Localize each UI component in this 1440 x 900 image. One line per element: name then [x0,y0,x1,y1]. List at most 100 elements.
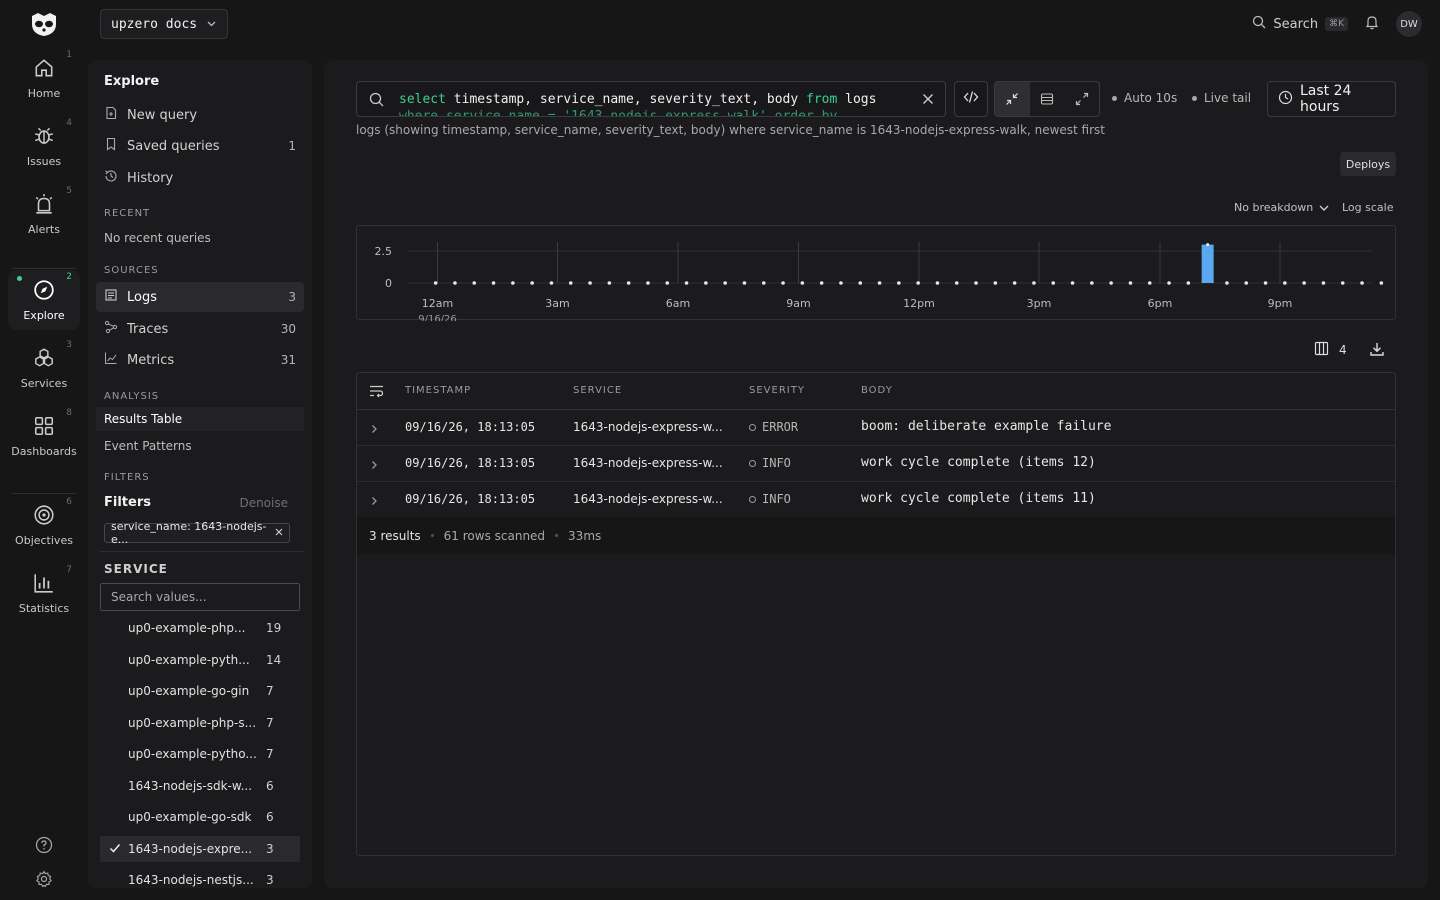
compass-icon [33,279,55,304]
histogram-point [704,281,708,285]
histogram-point [1032,281,1036,285]
column-header-service[interactable]: SERVICE [573,385,622,396]
clear-query-icon[interactable] [921,92,935,110]
rail-item-home[interactable]: 1 Home [8,48,80,108]
code-view-button[interactable] [954,81,988,117]
traces-icon [104,320,118,338]
live-tail-toggle[interactable]: Live tail [1192,91,1251,105]
rail-item-services[interactable]: 3 Services [8,338,80,398]
rows-icon[interactable] [1030,82,1065,116]
results-count: 3 results [369,528,421,543]
bell-icon[interactable] [1364,14,1380,34]
service-filter-option[interactable]: 1643-nodejs-nestjs... 3 [100,867,300,888]
project-switcher[interactable]: upzero docs [100,9,228,39]
rows-scanned: 61 rows scanned [443,528,546,543]
query-editor[interactable]: select timestamp, service_name, severity… [356,81,946,117]
analysis-event-patterns[interactable]: Event Patterns [104,439,192,453]
explore-panel: Explore New query Saved queries 1 Histor… [88,60,312,888]
log-scale-toggle[interactable]: Log scale [1342,201,1394,214]
table-row[interactable]: 09/16/26, 18:13:05 1643-nodejs-express-w.… [357,446,1395,482]
histogram-point [1244,281,1249,285]
column-header-severity[interactable]: SEVERITY [749,385,805,396]
histogram-point [1109,281,1113,285]
service-filter-option[interactable]: up0-example-php-s... 7 [100,710,300,736]
history-icon [104,169,118,187]
rail-item-objectives[interactable]: 6 Objectives [8,495,80,555]
deploys-button[interactable]: Deploys [1340,152,1396,176]
live-tail-status-dot [1192,95,1197,101]
histogram-point [684,281,689,285]
rail-item-shortcut: 6 [66,497,72,507]
histogram-point [549,281,554,285]
table-row[interactable]: 09/16/26, 18:13:05 1643-nodejs-express-w.… [357,410,1395,446]
histogram-point [935,281,940,285]
service-filter-option[interactable]: 1643-nodejs-expre... 3 [100,835,300,862]
history-link[interactable]: History [96,163,304,193]
active-filter-chip[interactable]: service_name: 1643-nodejs-e... [104,520,290,546]
rail-item-alerts[interactable]: 5 Alerts [8,184,80,244]
explore-panel-title: Explore [104,74,160,89]
service-filter-option[interactable]: up0-example-go-gin 7 [100,678,300,704]
clock-icon [1278,90,1293,109]
table-row[interactable]: 09/16/26, 18:13:05 1643-nodejs-express-w.… [357,482,1395,518]
service-search-input[interactable] [100,583,300,611]
column-header-timestamp[interactable]: TIMESTAMP [405,385,471,396]
download-icon[interactable] [1369,341,1385,361]
auto-refresh-toggle[interactable]: Auto 10s [1112,91,1177,105]
rail-item-label: Objectives [15,533,73,547]
time-range-picker[interactable]: Last 24 hours [1267,81,1396,117]
live-tail-label: Live tail [1204,91,1252,105]
remove-filter-icon[interactable] [275,528,283,539]
histogram-point [511,281,515,285]
service-name: up0-example-php... [128,621,246,635]
settings-gear-icon[interactable] [32,867,56,891]
wrap-lines-icon[interactable] [369,384,384,402]
global-search-button[interactable]: Search ⌘K [1252,15,1348,33]
service-name: 1643-nodejs-nestjs... [128,873,254,887]
filters-title: Filters [104,495,151,510]
service-filter-option[interactable]: up0-example-php... 19 [100,615,300,641]
denoise-button[interactable]: Denoise [239,496,288,510]
histogram-point [568,281,573,285]
cell-severity: ERROR [749,420,798,434]
breakdown-dropdown[interactable]: No breakdown [1234,201,1329,214]
avatar[interactable]: DW [1396,11,1422,37]
service-count: 3 [266,841,274,856]
expand-icon[interactable] [1064,82,1099,116]
help-icon[interactable] [32,833,56,857]
histogram-point [761,281,766,285]
metrics-chart-icon [104,351,118,369]
query-duration: 33ms [568,528,602,543]
breakdown-label: No breakdown [1234,201,1314,214]
new-query-link[interactable]: New query [96,100,304,130]
expand-row-chevron-icon[interactable] [371,459,378,474]
project-name: upzero docs [111,16,198,32]
search-icon [369,92,384,111]
cell-service: 1643-nodejs-express-w... [573,456,723,470]
expand-row-chevron-icon[interactable] [371,495,378,510]
service-count: 19 [266,621,282,635]
rail-item-shortcut: 3 [66,340,72,350]
service-filter-option[interactable]: up0-example-go-sdk 6 [100,804,300,830]
rail-item-issues[interactable]: 4 Issues [8,116,80,176]
collapse-icon[interactable] [995,82,1030,116]
rail-item-dashboards[interactable]: 8 Dashboards [8,406,80,466]
histogram-point [993,281,998,285]
expand-row-chevron-icon[interactable] [371,423,378,438]
service-filter-option[interactable]: up0-example-pytho... 7 [100,741,300,767]
analysis-results-table[interactable]: Results Table [96,407,304,431]
service-filter-option[interactable]: 1643-nodejs-sdk-w... 6 [100,773,300,799]
service-heading: SERVICE [104,562,168,576]
histogram-point [1147,281,1152,285]
rail-item-explore[interactable]: 2 Explore [8,270,80,330]
column-header-body[interactable]: BODY [861,385,893,396]
rail-item-statistics[interactable]: 7 Statistics [8,563,80,623]
table-header: TIMESTAMP SERVICE SEVERITY BODY [357,373,1395,410]
columns-button[interactable]: 4 [1314,341,1347,359]
source-traces[interactable]: Traces 30 [96,314,304,344]
app-logo-icon[interactable] [28,10,60,38]
source-logs[interactable]: Logs 3 [96,282,304,312]
saved-queries-link[interactable]: Saved queries 1 [96,131,304,161]
service-filter-option[interactable]: up0-example-pyth... 14 [100,647,300,673]
source-metrics[interactable]: Metrics 31 [96,345,304,375]
